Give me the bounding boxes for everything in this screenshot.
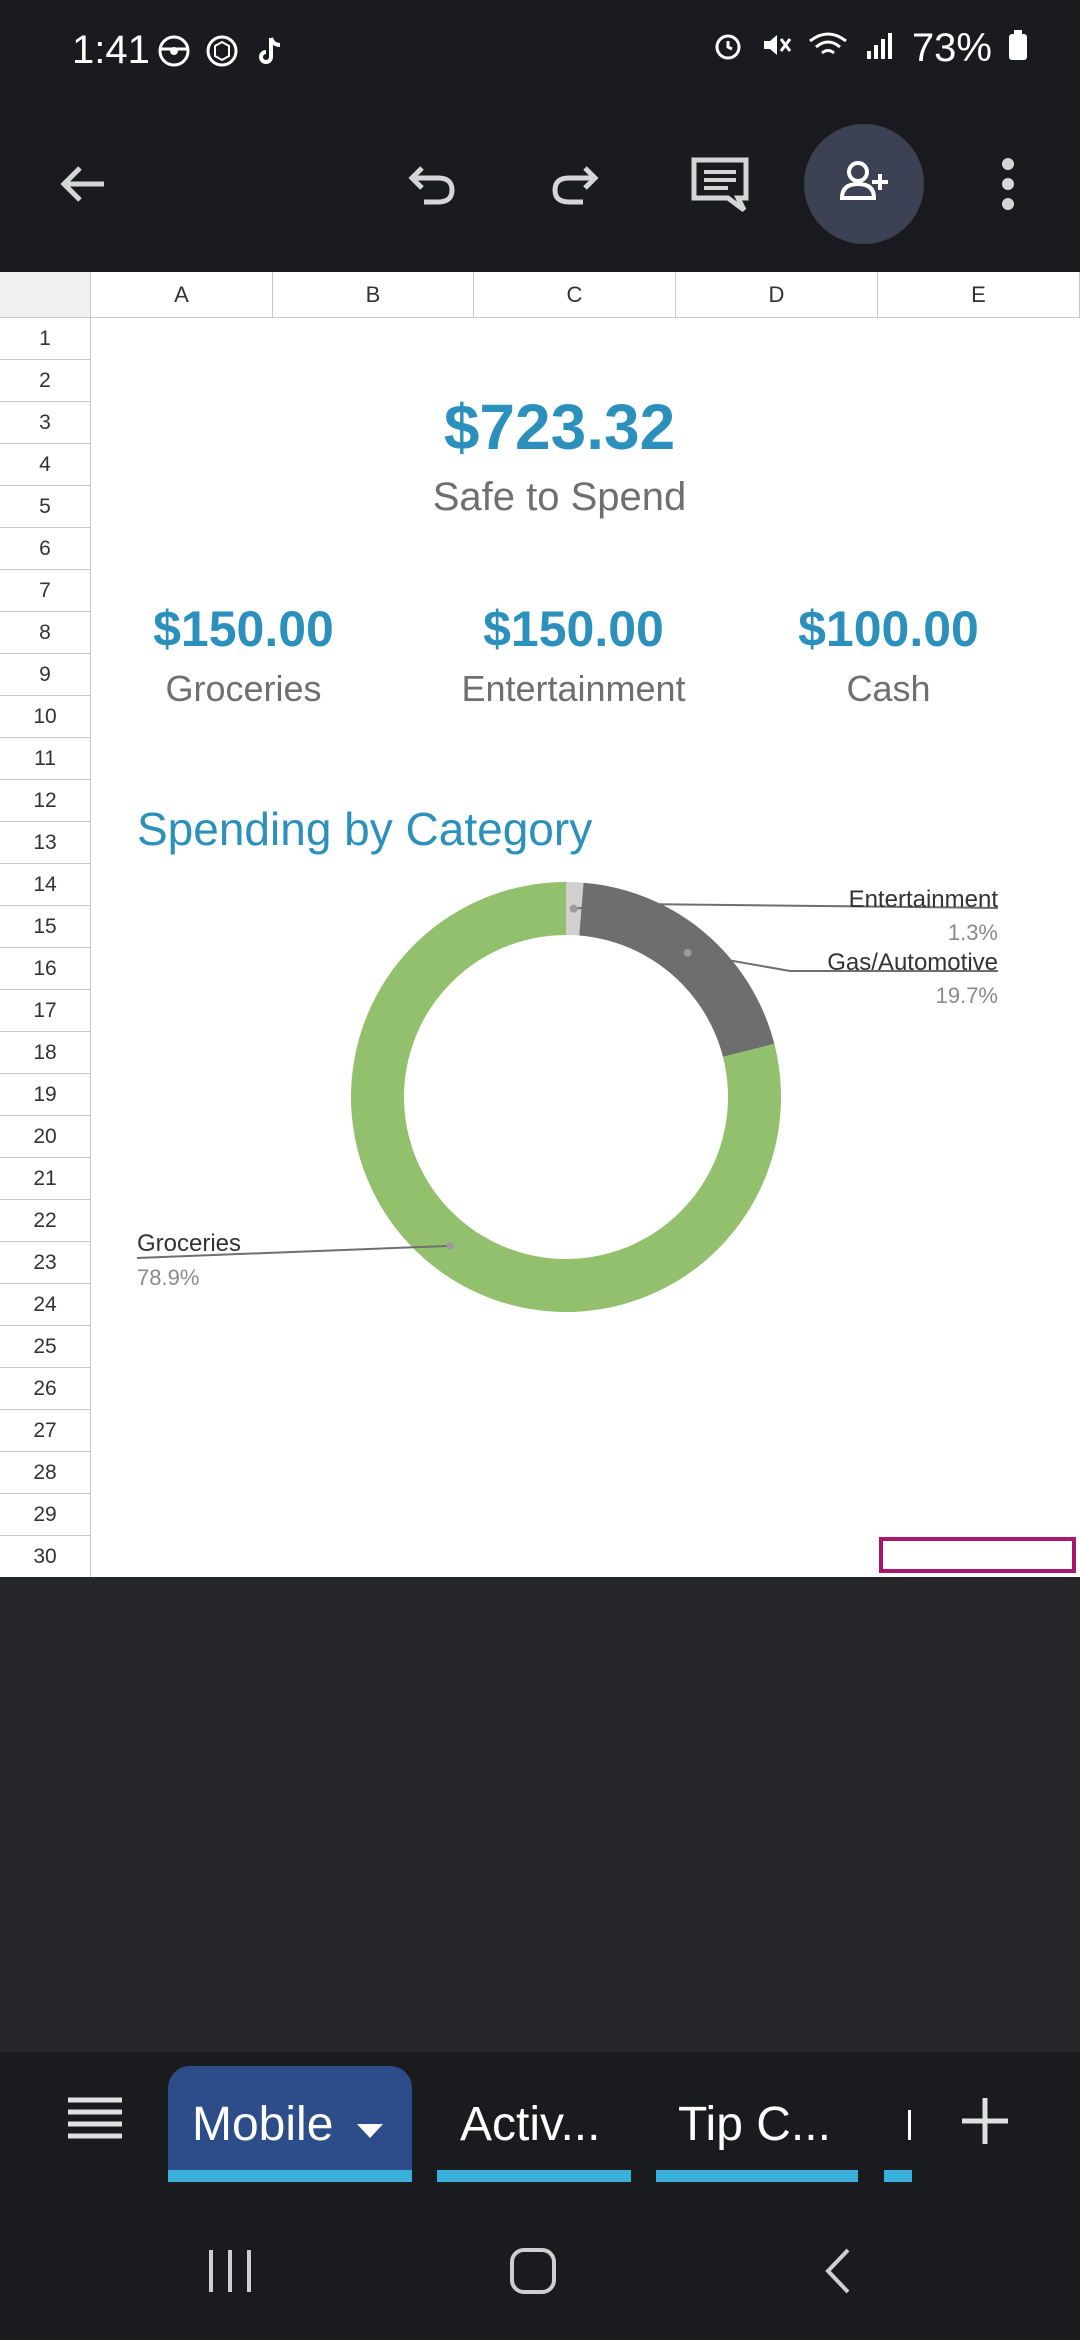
wifi-icon — [808, 26, 848, 71]
system-nav-bar — [0, 2200, 1080, 2340]
leader-dot-entertainment — [569, 904, 578, 913]
all-sheets-icon[interactable] — [66, 2096, 124, 2147]
tab-mobile[interactable]: Mobile — [168, 2066, 412, 2182]
tiktok-icon — [251, 32, 289, 70]
status-time: 1:41 — [72, 28, 150, 72]
tab-activity-label: Activ... — [460, 2097, 601, 2151]
share-add-person-button[interactable] — [804, 124, 924, 244]
tab-tip[interactable]: Tip C... — [678, 2066, 831, 2182]
more-vert-icon[interactable] — [948, 124, 1068, 244]
tab-tip-label: Tip C... — [678, 2097, 831, 2151]
undo-icon[interactable] — [372, 124, 492, 244]
legend-entertainment-pct: 1.3% — [947, 920, 998, 945]
tab-mobile-label: Mobile — [192, 2097, 334, 2151]
legend-groceries-pct: 78.9% — [137, 1265, 200, 1290]
battery-icon — [1008, 26, 1028, 71]
donut-chart[interactable] — [0, 272, 1080, 1577]
alarm-icon — [712, 26, 744, 71]
redo-icon[interactable] — [515, 124, 635, 244]
comment-icon[interactable] — [660, 124, 780, 244]
mute-icon — [760, 26, 792, 71]
leader-dot-groceries — [446, 1241, 455, 1250]
selected-cell[interactable] — [879, 1537, 1076, 1573]
tab-activity[interactable]: Activ... — [460, 2066, 600, 2182]
legend-groceries-label: Groceries — [137, 1230, 242, 1257]
add-sheet-icon[interactable] — [960, 2096, 1010, 2151]
recent-apps-icon[interactable] — [205, 2246, 255, 2301]
leader-dot-gas-automotive — [683, 948, 692, 957]
dice-icon — [203, 32, 241, 70]
status-bar: 1:41 73% — [0, 0, 1080, 104]
back-arrow-icon[interactable] — [24, 124, 144, 244]
legend-gas-pct: 19.7% — [935, 983, 998, 1008]
legend-entertainment-label: Entertainment — [848, 886, 998, 913]
spreadsheet-grid[interactable]: ABCDE 1 2 3 4 5 6 7 8 9 10 11 12 13 14 15 16 17 18 19 20 21 2… — [0, 272, 1080, 1577]
tab-activity-underline — [437, 2170, 631, 2182]
tab-overflow-divider — [908, 2110, 911, 2140]
tab-overflow-underline — [884, 2170, 912, 2182]
tab-tip-underline — [656, 2170, 858, 2182]
signal-icon — [864, 26, 896, 71]
back-nav-icon[interactable] — [818, 2246, 858, 2301]
sheet-tab-bar: Mobile Activ... Tip C... — [0, 2052, 1080, 2200]
battery-percent: 73% — [911, 26, 992, 70]
home-icon[interactable] — [508, 2246, 558, 2301]
empty-area — [0, 1577, 1080, 2052]
legend-gas-label: Gas/Automotive — [827, 949, 998, 976]
notification-icons — [155, 32, 289, 70]
steering-wheel-icon — [155, 32, 193, 70]
status-right: 73% — [712, 26, 1028, 71]
tab-mobile-underline — [168, 2170, 412, 2182]
chevron-down-icon[interactable] — [355, 2097, 385, 2152]
slice-gas-automotive[interactable] — [579, 882, 775, 1057]
add-person-icon — [836, 154, 892, 215]
top-toolbar — [0, 104, 1080, 272]
